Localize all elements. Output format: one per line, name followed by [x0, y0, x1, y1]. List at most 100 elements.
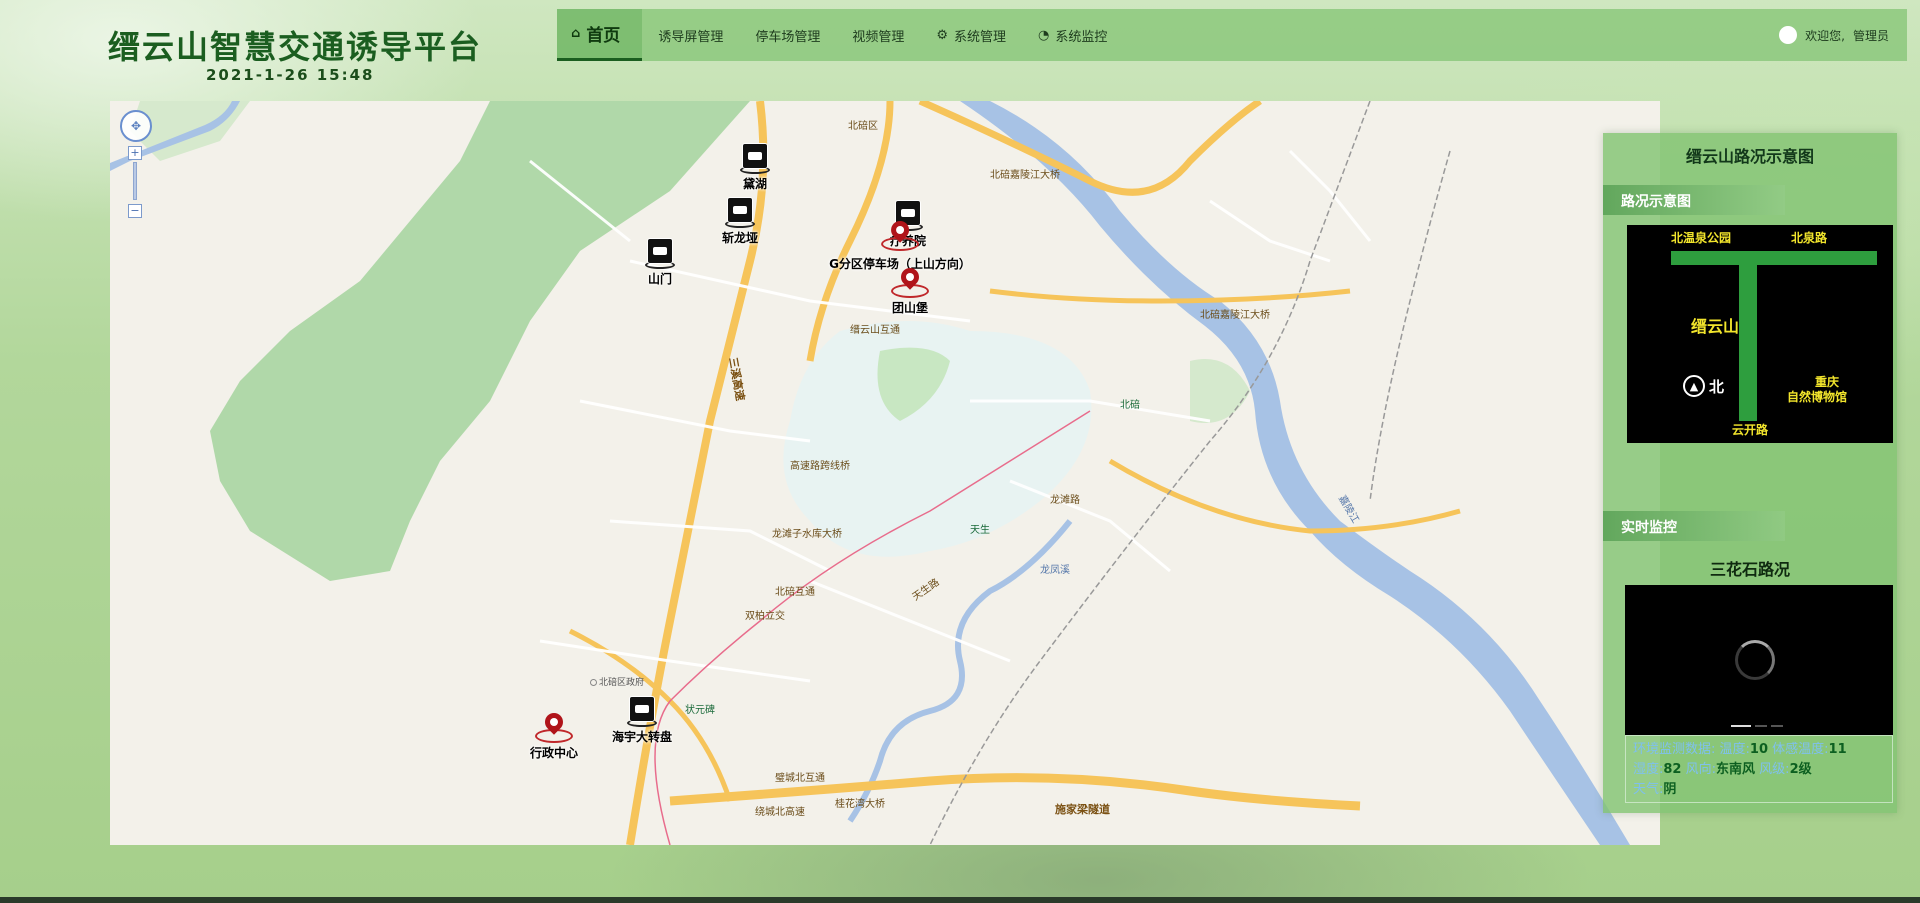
env-line-2: 湿度:82 风向:东南风 风级:2级	[1633, 760, 1885, 780]
loading-spinner-icon	[1735, 640, 1775, 680]
user-info[interactable]: 欢迎您, 管理员	[1779, 9, 1907, 61]
environment-data: 环境监测数据: 温度:10 体感温度:11 湿度:82 风向:东南风 风级:2级…	[1625, 735, 1893, 803]
place-label: 北碚	[1120, 400, 1140, 411]
pan-control-icon[interactable]: ✥	[120, 110, 152, 142]
place-label: 双柏立交	[745, 611, 785, 622]
nav-system[interactable]: ⚙ 系统管理	[920, 9, 1022, 61]
nav-guide-screen[interactable]: 诱导屏管理	[642, 9, 739, 61]
diagram-label-yunkai-road: 云开路	[1732, 423, 1769, 437]
place-label: 北碚嘉陵江大桥	[990, 170, 1060, 181]
nav-parking[interactable]: 停车场管理	[739, 9, 836, 61]
camera-marker-haiyu-roundabout[interactable]: 海宇大转盘	[612, 696, 672, 745]
humidity-value: 82	[1663, 762, 1682, 777]
video-title: 三花石路况	[1709, 560, 1790, 579]
place-label: 高速路跨线桥	[790, 461, 850, 472]
datetime-display: 2021-1-26 15:48	[206, 66, 375, 84]
zoom-slider[interactable]	[133, 162, 137, 200]
compass-north-label: 北	[1709, 378, 1725, 396]
camera-marker-daihu[interactable]: 黛湖	[740, 143, 770, 192]
marker-label: 海宇大转盘	[611, 730, 673, 744]
place-label: 天生	[970, 525, 990, 536]
marker-label: 行政中心	[529, 746, 579, 760]
place-label: 桂花湾大桥	[835, 799, 885, 810]
marker-label: 山门	[647, 272, 672, 286]
compass-arrow-icon: ▲	[1683, 375, 1705, 397]
marker-label: 黛湖	[742, 177, 767, 191]
feel-temp-value: 11	[1828, 742, 1847, 757]
nav-home[interactable]: ⌂ 首页	[557, 9, 643, 61]
monitor-icon: ◔	[1038, 27, 1050, 43]
camera-icon	[726, 197, 753, 223]
home-icon: ⌂	[571, 26, 581, 41]
section-header-monitor: 实时监控	[1603, 511, 1785, 541]
nav-monitor-label: 系统监控	[1055, 29, 1108, 45]
pin-marker-admin-center[interactable]: 行政中心	[529, 709, 579, 761]
zoom-in-button[interactable]: +	[128, 146, 142, 160]
diagram-label-beiquan-road: 北泉路	[1791, 231, 1828, 245]
camera-icon	[628, 696, 655, 722]
wind-level-label: 风级:	[1759, 762, 1790, 777]
nav-monitor[interactable]: ◔ 系统监控	[1022, 9, 1123, 61]
env-line-1: 环境监测数据: 温度:10 体感温度:11	[1633, 740, 1885, 760]
nav-home-label: 首页	[586, 26, 621, 46]
video-page-dot[interactable]	[1755, 725, 1767, 727]
panel-title: 缙云山路况示意图	[1685, 147, 1814, 166]
nav-parking-label: 停车场管理	[755, 29, 821, 45]
humidity-label: 湿度:	[1633, 762, 1664, 777]
marker-label: 斩龙垭	[721, 231, 759, 245]
env-label: 环境监测数据:	[1633, 742, 1716, 757]
user-name: 管理员	[1852, 28, 1889, 43]
camera-marker-shanmen[interactable]: 山门	[645, 238, 675, 287]
temp-value: 10	[1749, 742, 1769, 757]
env-line-3: 天气:阴	[1633, 780, 1885, 800]
diagram-label-north-spring-park: 北温泉公园	[1671, 231, 1732, 245]
map-navigation-control: ✥ + −	[120, 110, 152, 218]
top-navbar: ⌂ 首页 诱导屏管理 停车场管理 视频管理 ⚙ 系统管理 ◔ 系统监控 欢迎您,…	[557, 9, 1907, 61]
camera-marker-zhanlongya[interactable]: 斩龙垭	[722, 197, 758, 246]
user-greeting: 欢迎您,	[1805, 28, 1845, 43]
diagram-label-jinyun-mountain: 缙云山	[1691, 317, 1740, 336]
diagram-label-museum: 自然博物馆	[1786, 390, 1847, 404]
temp-label: 温度:	[1719, 742, 1750, 757]
nav-system-label: 系统管理	[954, 29, 1007, 45]
road-condition-panel: 缙云山路况示意图 路况示意图 北温泉公园 北泉路 缙云山 重庆 自然博物馆 云开…	[1603, 133, 1897, 813]
road-diagram: 北温泉公园 北泉路 缙云山 重庆 自然博物馆 云开路 ▲ 北	[1627, 225, 1893, 443]
place-label: 绕城北高速	[755, 807, 805, 818]
place-label: 状元碑	[685, 705, 715, 716]
place-label: 北碚区政府	[590, 675, 644, 688]
nav-video-label: 视频管理	[852, 29, 905, 45]
road-diagram-graphic	[1671, 251, 1877, 421]
map-base-layer	[110, 101, 1630, 845]
platform-title: 缙云山智慧交通诱导平台	[108, 28, 483, 66]
pin-marker-tuanshanbao[interactable]: 团山堡	[891, 264, 929, 316]
place-label: 缙云山互通	[850, 325, 900, 336]
camera-icon	[742, 143, 768, 169]
camera-icon	[647, 238, 673, 264]
nav-video[interactable]: 视频管理	[836, 9, 920, 61]
video-page-dot[interactable]	[1771, 725, 1783, 727]
wind-level-value: 2级	[1789, 762, 1812, 777]
pin-marker-g-parking[interactable]: G分区停车场（上山方向）	[829, 217, 971, 272]
feel-temp-label: 体感温度:	[1772, 742, 1829, 757]
avatar	[1779, 26, 1798, 44]
video-page-dot[interactable]	[1731, 725, 1751, 727]
bottom-strip	[0, 897, 1920, 903]
place-label: 施家梁隧道	[1055, 803, 1110, 816]
place-label: 北碚互通	[775, 587, 815, 598]
place-label: 璧城北互通	[775, 773, 825, 784]
video-player[interactable]	[1625, 585, 1893, 735]
weather-label: 天气:	[1633, 782, 1664, 797]
place-label: 北碚嘉陵江大桥	[1200, 310, 1270, 321]
zoom-out-button[interactable]: −	[128, 204, 142, 218]
map-view[interactable]: 三溪高速 北碚区 北碚嘉陵江大桥 北碚嘉陵江大桥 缙云山互通 北碚互通 高速路跨…	[110, 101, 1660, 845]
wind-dir-label: 风向:	[1685, 762, 1717, 777]
section-header-diagram: 路况示意图	[1603, 185, 1785, 215]
place-label: 北碚区	[848, 121, 878, 132]
marker-label: 团山堡	[891, 301, 928, 315]
nav-guide-screen-label: 诱导屏管理	[658, 29, 724, 45]
place-label: 龙滩路	[1050, 495, 1080, 506]
wind-dir-value: 东南风	[1716, 762, 1756, 777]
video-pagination[interactable]	[1731, 725, 1783, 727]
place-label: 龙滩子水库大桥	[772, 529, 842, 540]
gear-icon: ⚙	[936, 27, 949, 43]
